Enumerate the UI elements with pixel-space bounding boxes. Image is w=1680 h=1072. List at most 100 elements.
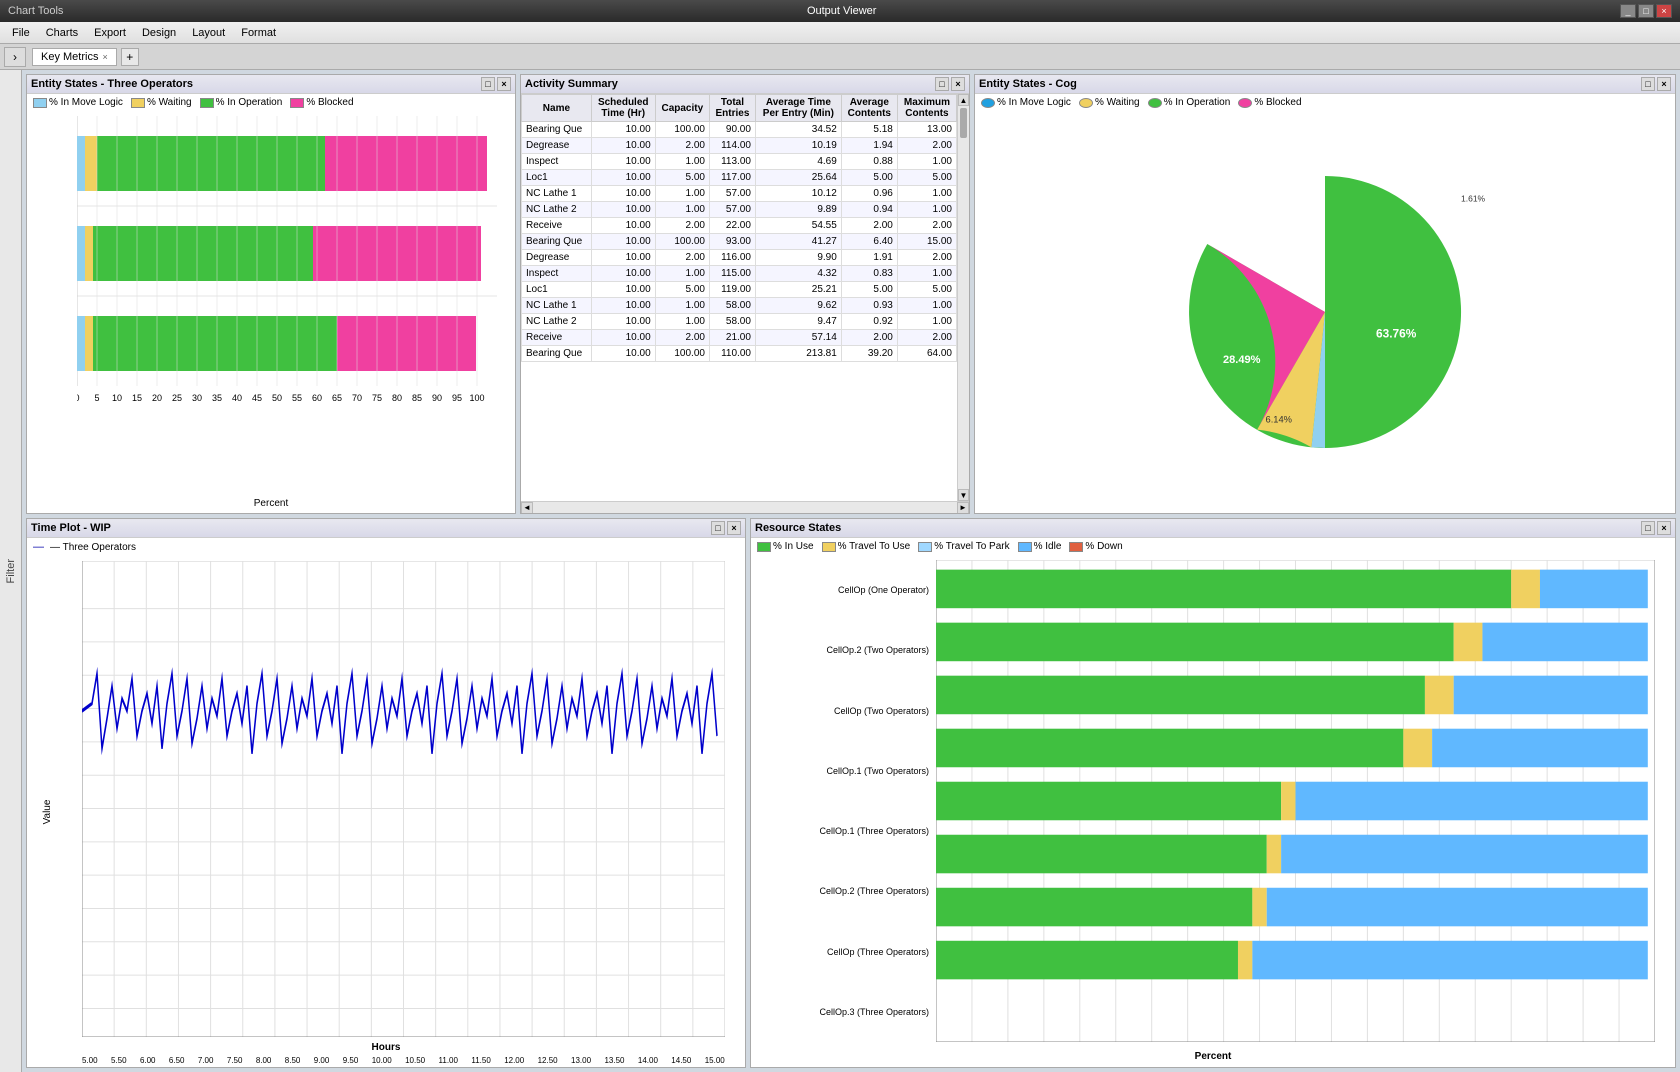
menu-bar: File Charts Export Design Layout Format (0, 22, 1680, 44)
col-capacity: Capacity (655, 95, 709, 122)
svg-text:80: 80 (392, 393, 402, 403)
menu-format[interactable]: Format (233, 25, 284, 41)
tab-key-metrics[interactable]: Key Metrics × (32, 48, 117, 66)
time-plot-legend: — — Three Operators (27, 538, 745, 556)
svg-text:55: 55 (292, 393, 302, 403)
col-avg-time: Average TimePer Entry (Min) (755, 95, 841, 122)
svg-text:40: 40 (232, 393, 242, 403)
col-name: Name (522, 95, 592, 122)
pie-chart-area: 63.76% 28.49% 6.14% 1.61% (975, 111, 1675, 513)
col-max-contents: MaximumContents (897, 95, 956, 122)
maximize-button[interactable]: □ (1638, 4, 1654, 18)
svg-text:70: 70 (352, 393, 362, 403)
cog-legend-move: % In Move Logic (981, 97, 1071, 108)
res-legend-in-use: % In Use (757, 541, 814, 552)
svg-text:75: 75 (372, 393, 382, 403)
pie-svg: 63.76% 28.49% 6.14% 1.61% (1155, 142, 1495, 482)
table-row: Inspect10.001.00113.004.690.881.00 (522, 154, 957, 170)
col-avg-contents: AverageContents (841, 95, 897, 122)
table-row: NC Lathe 210.001.0057.009.890.941.00 (522, 202, 957, 218)
close-panel-button[interactable]: × (497, 77, 511, 91)
tab-label: Key Metrics (41, 51, 98, 63)
entity-states-cog-title: Entity States - Cog (979, 78, 1077, 90)
time-plot-title: Time Plot - WIP (31, 522, 111, 534)
scroll-down[interactable]: ▼ (958, 489, 969, 501)
bar-label-7: CellOp (Three Operators) (751, 947, 933, 957)
svg-text:50: 50 (272, 393, 282, 403)
time-close-button[interactable]: × (727, 521, 741, 535)
time-plot-header: Time Plot - WIP □ × (27, 519, 745, 538)
cog-legend-waiting: % Waiting (1079, 97, 1140, 108)
cog-legend-blocked: % Blocked (1238, 97, 1301, 108)
svg-text:10: 10 (112, 393, 122, 403)
svg-text:45: 45 (252, 393, 262, 403)
cog-restore-button[interactable]: □ (1641, 77, 1655, 91)
bar-label-1: CellOp (One Operator) (751, 585, 933, 595)
activity-table-container: Name ScheduledTime (Hr) Capacity TotalEn… (521, 94, 969, 501)
table-row: Receive10.002.0022.0054.552.002.00 (522, 218, 957, 234)
minimize-button[interactable]: _ (1620, 4, 1636, 18)
menu-export[interactable]: Export (86, 25, 134, 41)
time-legend-line: — (33, 541, 44, 553)
time-plot-svg: 8.00 9.00 10.00 11.00 12.00 13.00 14.00 … (82, 561, 725, 1037)
window-controls: _ □ × (1620, 4, 1672, 18)
entity-states-cog-panel: Entity States - Cog □ × % In Move Logic … (974, 74, 1676, 514)
top-row: Entity States - Three Operators □ × % In… (26, 74, 1676, 514)
res-legend-travel-use: % Travel To Use (822, 541, 911, 552)
scroll-left[interactable]: ◄ (521, 502, 533, 514)
entity-states-header: Entity States - Three Operators □ × (27, 75, 515, 94)
activity-scrollbar[interactable]: ▲ ▼ (957, 94, 969, 501)
col-entries: TotalEntries (709, 95, 755, 122)
content-area: Entity States - Three Operators □ × % In… (22, 70, 1680, 1072)
resource-restore-button[interactable]: □ (1641, 521, 1655, 535)
cog-legend-operation: % In Operation (1148, 97, 1231, 108)
activity-table-area[interactable]: Name ScheduledTime (Hr) Capacity TotalEn… (521, 94, 957, 501)
table-row: Loc110.005.00119.0025.215.005.00 (522, 282, 957, 298)
menu-design[interactable]: Design (134, 25, 184, 41)
svg-text:5: 5 (94, 393, 99, 403)
restore-button[interactable]: □ (481, 77, 495, 91)
svg-text:60: 60 (312, 393, 322, 403)
resource-y-labels: CellOp (One Operator) CellOp.2 (Two Oper… (751, 560, 933, 1042)
tab-close-button[interactable]: × (102, 52, 107, 62)
tab-nav-button[interactable]: › (4, 47, 26, 67)
scroll-thumb[interactable] (960, 108, 967, 138)
svg-text:85: 85 (412, 393, 422, 403)
scroll-right[interactable]: ► (957, 502, 969, 514)
svg-text:28.49%: 28.49% (1223, 354, 1261, 366)
table-row: Bearing Que10.00100.00110.00213.8139.206… (522, 346, 957, 362)
resource-close-button[interactable]: × (1657, 521, 1671, 535)
activity-close-button[interactable]: × (951, 77, 965, 91)
y-axis-label: Value (42, 799, 53, 824)
menu-file[interactable]: File (4, 25, 38, 41)
svg-text:100: 100 (469, 393, 484, 403)
resource-states-panel: Resource States □ × % In Use % Travel To… (750, 518, 1676, 1068)
table-row: Loc110.005.00117.0025.645.005.00 (522, 170, 957, 186)
res-legend-down: % Down (1069, 541, 1122, 552)
svg-text:0: 0 (77, 393, 80, 403)
close-button[interactable]: × (1656, 4, 1672, 18)
menu-charts[interactable]: Charts (38, 25, 86, 41)
x-axis-labels: 5.00 5.50 6.00 6.50 7.00 7.50 8.00 8.50 … (82, 1056, 725, 1065)
svg-text:63.76%: 63.76% (1376, 327, 1417, 341)
table-row: NC Lathe 110.001.0057.0010.120.961.00 (522, 186, 957, 202)
svg-text:15: 15 (132, 393, 142, 403)
svg-text:90: 90 (432, 393, 442, 403)
time-restore-button[interactable]: □ (711, 521, 725, 535)
entity-states-legend: % In Move Logic % Waiting % In Operation… (27, 94, 515, 111)
svg-text:6.14%: 6.14% (1266, 415, 1293, 425)
h-scrollbar[interactable]: ◄ ► (521, 501, 969, 513)
table-row: Bearing Que10.00100.0093.0041.276.4015.0… (522, 234, 957, 250)
legend-in-operation: % In Operation (200, 97, 283, 108)
new-tab-button[interactable]: + (121, 48, 139, 66)
filter-label: Filter (5, 559, 17, 583)
legend-blocked: % Blocked (290, 97, 353, 108)
cog-legend: % In Move Logic % Waiting % In Operation… (975, 94, 1675, 111)
table-row: Degrease10.002.00114.0010.191.942.00 (522, 138, 957, 154)
cog-close-button[interactable]: × (1657, 77, 1671, 91)
table-row: Degrease10.002.00116.009.901.912.00 (522, 250, 957, 266)
scroll-up[interactable]: ▲ (958, 94, 969, 106)
activity-restore-button[interactable]: □ (935, 77, 949, 91)
menu-layout[interactable]: Layout (184, 25, 233, 41)
svg-text:20: 20 (152, 393, 162, 403)
